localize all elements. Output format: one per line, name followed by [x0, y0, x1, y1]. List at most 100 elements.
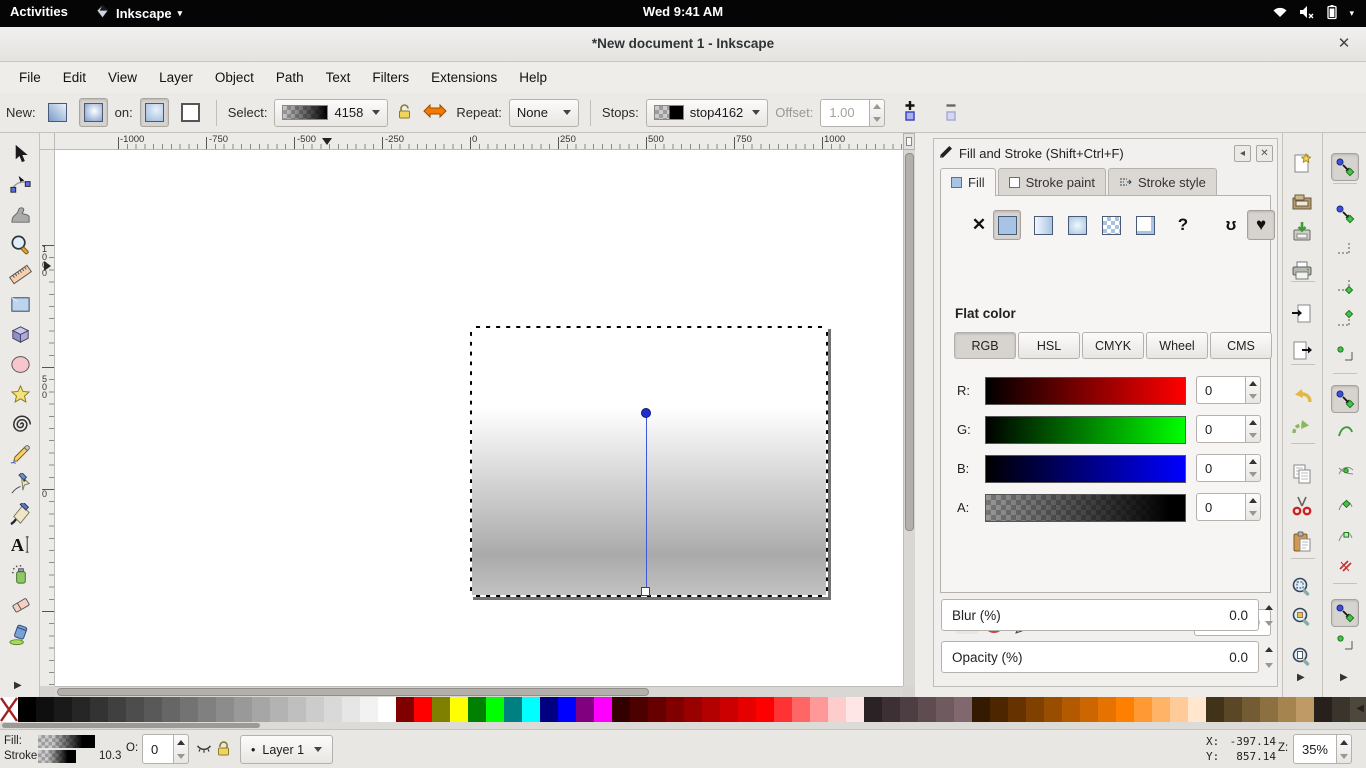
palette-swatch[interactable]	[1044, 697, 1062, 722]
palette-swatch[interactable]	[1080, 697, 1098, 722]
palette-swatch[interactable]	[612, 697, 630, 722]
channel-spin-buttons[interactable]	[1246, 493, 1261, 521]
vertical-scrollbar[interactable]	[903, 150, 915, 686]
palette-swatch[interactable]	[36, 697, 54, 722]
command-zoom-page-icon[interactable]	[1288, 643, 1316, 671]
paint-type-flat-color[interactable]	[993, 210, 1021, 240]
menu-help[interactable]: Help	[508, 65, 558, 90]
paint-type-pattern[interactable]	[1097, 210, 1125, 240]
link-gradients-icon[interactable]	[397, 103, 412, 123]
tool-box-3d[interactable]	[7, 321, 33, 347]
scrollbar-thumb[interactable]	[57, 688, 649, 696]
palette-swatch[interactable]	[180, 697, 198, 722]
fill-indicator-swatch[interactable]	[38, 735, 95, 748]
menu-edit[interactable]: Edit	[52, 65, 97, 90]
tab-stroke-style[interactable]: Stroke style	[1108, 168, 1217, 195]
paint-type-unknown-paint[interactable]: ?	[1169, 210, 1197, 240]
tool-measure[interactable]	[7, 261, 33, 287]
palette-swatch[interactable]	[738, 697, 756, 722]
channel-value[interactable]: 0	[1196, 376, 1246, 404]
palette-swatch[interactable]	[720, 697, 738, 722]
scrollbar-thumb[interactable]	[2, 723, 260, 728]
insert-stop-icon[interactable]	[900, 99, 920, 126]
snap-bbox-edge-midpoints-icon[interactable]	[1331, 305, 1359, 333]
snap-others-master-icon[interactable]	[1331, 599, 1359, 627]
color-mode-hsl[interactable]: HSL	[1018, 332, 1080, 359]
command-save-document-icon[interactable]	[1288, 218, 1316, 246]
gradient-on-fill-button[interactable]	[140, 98, 169, 127]
new-linear-gradient-button[interactable]	[43, 98, 72, 127]
palette-swatch[interactable]	[846, 697, 864, 722]
page-rectangle-object[interactable]	[470, 326, 828, 597]
clock[interactable]: Wed 9:41 AM	[643, 4, 723, 19]
gradient-end-handle[interactable]	[641, 587, 650, 596]
channel-value[interactable]: 0	[1196, 415, 1246, 443]
tool-pen[interactable]	[7, 471, 33, 497]
command-redo-icon[interactable]	[1288, 413, 1316, 441]
scrollbar-thumb[interactable]	[905, 153, 914, 531]
zoom-spinner[interactable]: 35%	[1293, 734, 1352, 764]
color-mode-cms[interactable]: CMS	[1210, 332, 1272, 359]
snap-paths-icon[interactable]	[1331, 416, 1359, 444]
paint-type-fill-rule-nonzero[interactable]: ♥	[1247, 210, 1275, 240]
palette-swatch[interactable]	[360, 697, 378, 722]
object-opacity-value[interactable]: 0	[142, 734, 174, 764]
palette-swatch[interactable]	[882, 697, 900, 722]
palette-swatch[interactable]	[306, 697, 324, 722]
panel-close-button[interactable]: ✕	[1256, 145, 1273, 162]
commands-bar-expander[interactable]: ▶	[1297, 672, 1305, 683]
palette-swatch[interactable]	[486, 697, 504, 722]
menu-text[interactable]: Text	[315, 65, 362, 90]
palette-swatch[interactable]	[252, 697, 270, 722]
tool-spiral[interactable]	[7, 411, 33, 437]
gradient-start-handle[interactable]	[641, 408, 651, 418]
palette-swatch[interactable]	[162, 697, 180, 722]
palette-swatch[interactable]	[576, 697, 594, 722]
palette-swatch[interactable]	[1242, 697, 1260, 722]
opacity-spin-buttons[interactable]	[1261, 641, 1276, 673]
palette-swatch[interactable]	[972, 697, 990, 722]
snap-bar-expander[interactable]: ▶	[1340, 672, 1348, 683]
paint-type-radial-gradient[interactable]	[1063, 210, 1091, 240]
palette-swatch[interactable]	[522, 697, 540, 722]
palette-swatch[interactable]	[774, 697, 792, 722]
snap-master-icon[interactable]	[1331, 153, 1359, 181]
channel-slider-g[interactable]	[985, 416, 1186, 444]
menu-layer[interactable]: Layer	[148, 65, 204, 90]
palette-swatch[interactable]	[396, 697, 414, 722]
snap-bounding-box-icon[interactable]	[1331, 200, 1359, 228]
tool-tweak[interactable]	[7, 201, 33, 227]
snap-bbox-edges-icon[interactable]	[1331, 233, 1359, 261]
palette-swatch[interactable]	[1026, 697, 1044, 722]
tool-eraser[interactable]	[7, 591, 33, 617]
palette-swatch[interactable]	[1314, 697, 1332, 722]
sticky-zoom-button[interactable]	[903, 133, 915, 150]
palette-swatch[interactable]	[1296, 697, 1314, 722]
tab-fill[interactable]: Fill	[940, 168, 996, 196]
palette-swatch[interactable]	[1062, 697, 1080, 722]
opacity-slider[interactable]: Opacity (%) 0.0	[941, 641, 1259, 673]
zoom-spin-buttons[interactable]	[1337, 734, 1352, 764]
palette-swatch[interactable]	[810, 697, 828, 722]
palette-swatch[interactable]	[54, 697, 72, 722]
channel-slider-b[interactable]	[985, 455, 1186, 483]
paint-type-swatch[interactable]	[1131, 210, 1159, 240]
menu-object[interactable]: Object	[204, 65, 265, 90]
palette-swatch[interactable]	[1008, 697, 1026, 722]
palette-swatch-none[interactable]	[0, 697, 18, 722]
menu-extensions[interactable]: Extensions	[420, 65, 508, 90]
menu-file[interactable]: File	[8, 65, 52, 90]
palette-swatch[interactable]	[864, 697, 882, 722]
reverse-gradient-icon[interactable]	[423, 103, 447, 122]
tool-calligraphy[interactable]	[7, 501, 33, 527]
snap-smooth-nodes-icon[interactable]	[1331, 521, 1359, 549]
palette-scrollbar[interactable]	[0, 722, 1366, 729]
channel-slider-r[interactable]	[985, 377, 1186, 405]
activities-button[interactable]: Activities	[10, 4, 68, 19]
zoom-value[interactable]: 35%	[1293, 734, 1337, 764]
menu-filters[interactable]: Filters	[361, 65, 420, 90]
channel-slider-a[interactable]	[985, 494, 1186, 522]
snap-bbox-centers-icon[interactable]	[1331, 340, 1359, 368]
palette-swatch[interactable]	[1206, 697, 1224, 722]
command-zoom-drawing-icon[interactable]	[1288, 603, 1316, 631]
